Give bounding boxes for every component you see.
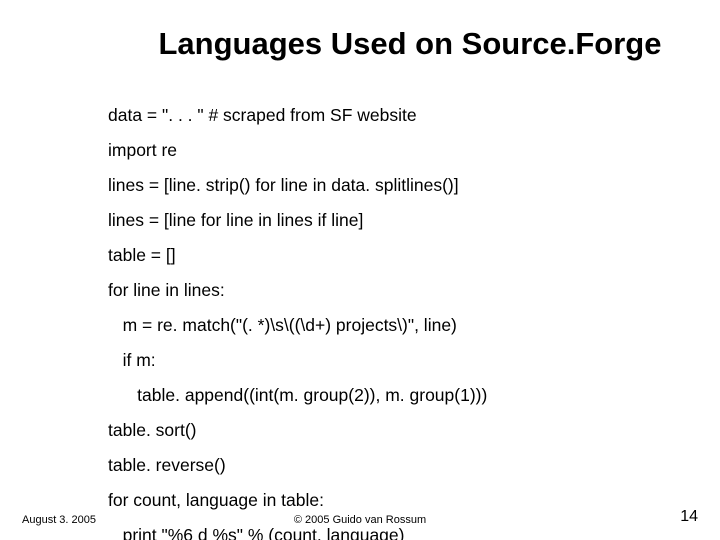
slide-title: Languages Used on Source.Forge xyxy=(0,26,720,62)
footer-page-number: 14 xyxy=(680,508,698,526)
code-block: data = ". . . " # scraped from SF websit… xyxy=(108,98,680,540)
footer-copyright: © 2005 Guido van Rossum xyxy=(0,514,720,526)
slide: Languages Used on Source.Forge data = ".… xyxy=(0,0,720,540)
